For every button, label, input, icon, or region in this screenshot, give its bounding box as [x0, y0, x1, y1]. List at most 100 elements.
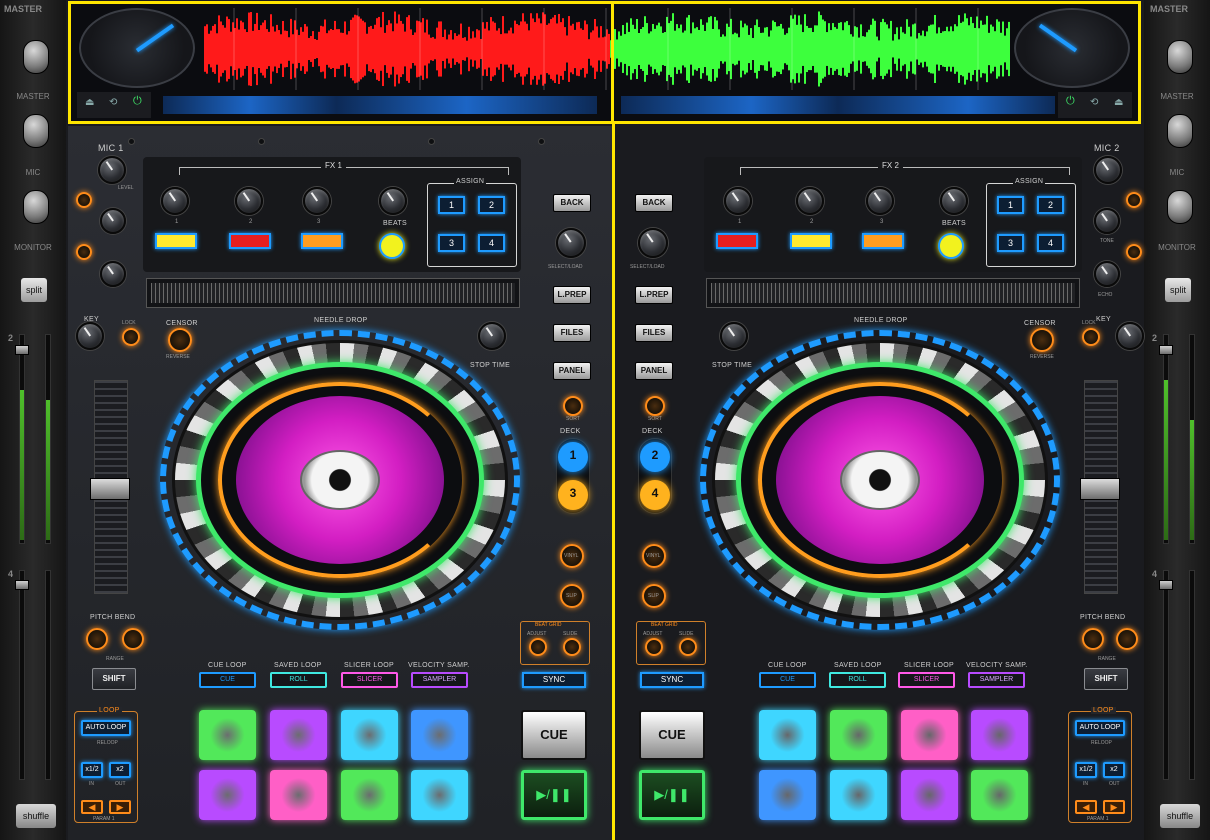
fx-1-switch-3[interactable]: [301, 233, 343, 249]
fx-2-knob-1[interactable]: [724, 187, 752, 215]
lprep-button-left[interactable]: L.PREP: [553, 286, 591, 304]
performance-pad[interactable]: [411, 770, 468, 820]
mic-2-level-knob[interactable]: [1094, 156, 1122, 184]
power-icon-right[interactable]: ⏻: [1066, 95, 1075, 108]
mic-1-echo-knob[interactable]: [100, 261, 126, 287]
channel-2-fader-right[interactable]: [1159, 345, 1173, 355]
fx-1-beats-button[interactable]: [379, 233, 405, 259]
fx-2-beats-button[interactable]: [938, 233, 964, 259]
pitch-fader-cap-left[interactable]: [90, 478, 130, 500]
jog-wheel-right[interactable]: [700, 330, 1060, 630]
mic-2-on-button[interactable]: [1126, 192, 1142, 208]
param-prev-button-right[interactable]: ◀: [1075, 800, 1097, 814]
performance-pad[interactable]: [270, 770, 327, 820]
cue-mode-button-left[interactable]: CUE: [199, 672, 256, 688]
mic-2-talkover-button[interactable]: [1126, 244, 1142, 260]
sort-button-right[interactable]: [645, 396, 665, 416]
pitch-bend-minus-left[interactable]: [86, 628, 108, 650]
roll-mode-button-right[interactable]: ROLL: [829, 672, 886, 688]
fx-2-switch-3[interactable]: [862, 233, 904, 249]
mini-platter-left[interactable]: [79, 8, 195, 88]
cue-mode-button-right[interactable]: CUE: [759, 672, 816, 688]
panel-button-right[interactable]: PANEL: [635, 362, 673, 380]
performance-pad[interactable]: [830, 710, 887, 760]
fx-1-knob-1[interactable]: [161, 187, 189, 215]
loop-icon-right[interactable]: ⟲: [1090, 97, 1098, 108]
split-button-right[interactable]: split: [1165, 278, 1191, 302]
performance-pad[interactable]: [341, 710, 398, 760]
fx-2-beats-knob[interactable]: [940, 187, 968, 215]
monitor-knob[interactable]: [23, 190, 49, 224]
deck-2-button[interactable]: 2: [640, 442, 670, 472]
needle-drop-strip-left[interactable]: [146, 278, 520, 308]
sampler-mode-button-right[interactable]: SAMPLER: [968, 672, 1025, 688]
pitch-bend-minus-right[interactable]: [1082, 628, 1104, 650]
performance-pad[interactable]: [411, 710, 468, 760]
jog-wheel-left[interactable]: [160, 330, 520, 630]
assign-2-button-right[interactable]: 2: [1037, 196, 1064, 214]
deck-3-button[interactable]: 3: [558, 480, 588, 510]
stop-time-knob-right[interactable]: [720, 322, 748, 350]
performance-pad[interactable]: [759, 710, 816, 760]
loop-double-button-right[interactable]: x2: [1103, 762, 1125, 778]
key-lock-button-right[interactable]: [1082, 328, 1100, 346]
overview-waveform-left[interactable]: [163, 96, 597, 114]
assign-4-button[interactable]: 4: [478, 234, 505, 252]
waveform-display[interactable]: ⏏ ⟲ ⏻ ⏻ ⟲ ⏏: [68, 1, 1141, 124]
pitch-bend-plus-left[interactable]: [122, 628, 144, 650]
performance-pad[interactable]: [341, 770, 398, 820]
performance-pad[interactable]: [971, 770, 1028, 820]
shuffle-button-right[interactable]: shuffle: [1160, 804, 1200, 828]
censor-button-left[interactable]: [168, 328, 192, 352]
deck-4-button[interactable]: 4: [640, 480, 670, 510]
assign-3-button[interactable]: 3: [438, 234, 465, 252]
fx-1-knob-3[interactable]: [303, 187, 331, 215]
loop-icon[interactable]: ⟲: [109, 97, 117, 108]
roll-mode-button-left[interactable]: ROLL: [270, 672, 327, 688]
fx-1-beats-knob[interactable]: [379, 187, 407, 215]
shift-button-right[interactable]: SHIFT: [1084, 668, 1128, 690]
performance-pad[interactable]: [830, 770, 887, 820]
back-button-right[interactable]: BACK: [635, 194, 673, 212]
mic-knob-right[interactable]: [1167, 114, 1193, 148]
mic-1-on-button[interactable]: [76, 192, 92, 208]
param-next-button-left[interactable]: ▶: [109, 800, 131, 814]
slicer-mode-button-left[interactable]: SLICER: [341, 672, 398, 688]
performance-pad[interactable]: [759, 770, 816, 820]
split-button[interactable]: split: [21, 278, 47, 302]
pitch-bend-plus-right[interactable]: [1116, 628, 1138, 650]
stop-time-knob-left[interactable]: [478, 322, 506, 350]
performance-pad[interactable]: [901, 770, 958, 820]
key-knob-left[interactable]: [76, 322, 104, 350]
play-pause-button-right[interactable]: ▶/❚❚: [639, 770, 705, 820]
fx-2-knob-2[interactable]: [796, 187, 824, 215]
assign-2-button[interactable]: 2: [478, 196, 505, 214]
channel-4-fader-right[interactable]: [1159, 580, 1173, 590]
fx-1-knob-2[interactable]: [235, 187, 263, 215]
assign-1-button-right[interactable]: 1: [997, 196, 1024, 214]
slide-button-right[interactable]: [679, 638, 697, 656]
channel-4-fader[interactable]: [15, 580, 29, 590]
censor-button-right[interactable]: [1030, 328, 1054, 352]
key-lock-button-left[interactable]: [122, 328, 140, 346]
assign-4-button-right[interactable]: 4: [1037, 234, 1064, 252]
slide-button-left[interactable]: [563, 638, 581, 656]
performance-pad[interactable]: [199, 710, 256, 760]
back-button-left[interactable]: BACK: [553, 194, 591, 212]
sync-button-left[interactable]: SYNC: [522, 672, 586, 688]
eject-icon[interactable]: ⏏: [85, 97, 94, 108]
performance-pad[interactable]: [901, 710, 958, 760]
shuffle-button[interactable]: shuffle: [16, 804, 56, 828]
auto-loop-button-left[interactable]: AUTO LOOP: [81, 720, 131, 736]
mic-2-tone-knob[interactable]: [1094, 208, 1120, 234]
fx-1-switch-1[interactable]: [155, 233, 197, 249]
fx-2-switch-1[interactable]: [716, 233, 758, 249]
performance-pad[interactable]: [270, 710, 327, 760]
deck-1-button[interactable]: 1: [558, 442, 588, 472]
param-next-button-right[interactable]: ▶: [1103, 800, 1125, 814]
power-icon[interactable]: ⏻: [133, 95, 142, 108]
mini-platter-right[interactable]: [1014, 8, 1130, 88]
panel-button-left[interactable]: PANEL: [553, 362, 591, 380]
waveform-controls-right[interactable]: ⏻ ⟲ ⏏: [1058, 92, 1132, 118]
monitor-knob-right[interactable]: [1167, 190, 1193, 224]
